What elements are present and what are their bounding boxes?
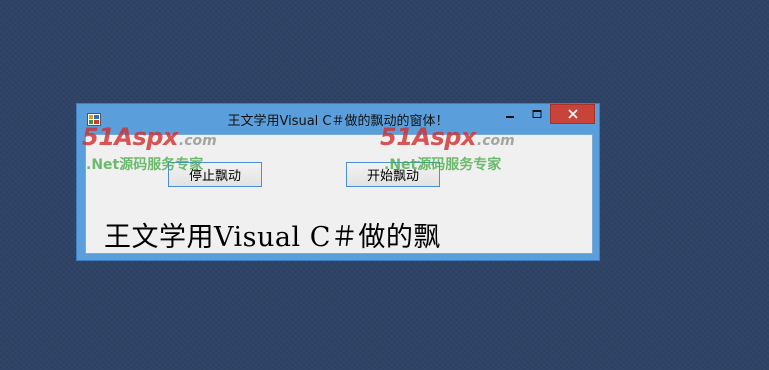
app-window: 王文学用Visual C＃做的飘动的窗体！ 停止飘动 开始飘动 王文学用Visu… [76, 103, 600, 261]
close-icon [567, 109, 578, 119]
window-title: 王文学用Visual C＃做的飘动的窗体！ [227, 114, 449, 129]
client-area: 停止飘动 开始飘动 王文学用Visual C＃做的飘 [85, 134, 593, 254]
close-button[interactable] [550, 104, 595, 124]
maximize-icon [532, 110, 542, 118]
title-bar[interactable]: 王文学用Visual C＃做的飘动的窗体！ [77, 104, 599, 132]
minimize-icon [506, 116, 514, 118]
stop-floating-button[interactable]: 停止飘动 [168, 162, 262, 187]
app-icon[interactable] [87, 111, 101, 126]
maximize-button[interactable] [524, 104, 550, 124]
start-floating-button[interactable]: 开始飘动 [346, 162, 440, 187]
floating-text-label: 王文学用Visual C＃做的飘 [104, 222, 441, 253]
minimize-button[interactable] [497, 104, 523, 124]
